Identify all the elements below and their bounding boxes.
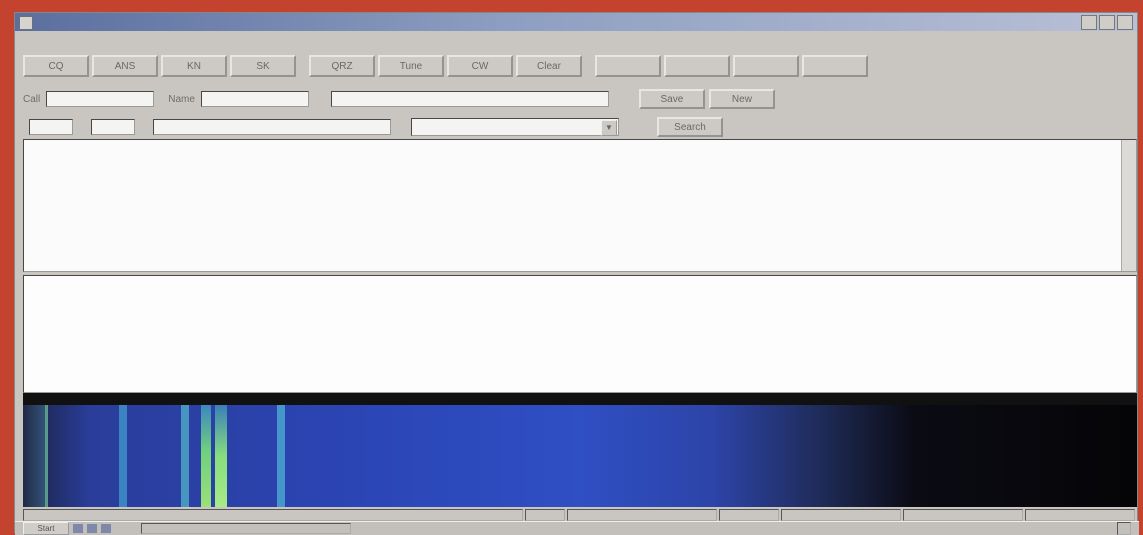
macro-button-10[interactable] (664, 55, 730, 77)
save-button[interactable]: Save (638, 89, 705, 109)
maximize-icon[interactable] (1099, 15, 1115, 30)
signal-trace (201, 405, 211, 507)
status-field (719, 509, 779, 521)
app-window: CQ ANS KN SK QRZ Tune CW Clear Call Name… (14, 12, 1139, 535)
new-button[interactable]: New (708, 89, 775, 109)
call-label: Call (23, 93, 41, 105)
call-field[interactable] (46, 91, 155, 107)
status-bar (23, 509, 1137, 521)
chevron-down-icon[interactable]: ▼ (601, 120, 617, 136)
sk-button[interactable]: SK (230, 55, 296, 77)
status-field (567, 509, 717, 521)
signal-trace (277, 405, 285, 507)
app-icon (19, 16, 33, 30)
status-field (903, 509, 1023, 521)
macro-toolbar: CQ ANS KN SK QRZ Tune CW Clear (23, 55, 1129, 77)
status-field (781, 509, 901, 521)
cw-button[interactable]: CW (447, 55, 513, 77)
waterfall-scale (23, 393, 1137, 405)
quicklaunch-icon[interactable] (73, 524, 83, 533)
ans-button[interactable]: ANS (92, 55, 158, 77)
mode-select[interactable]: ▼ (411, 118, 619, 136)
cq-button[interactable]: CQ (23, 55, 89, 77)
menu-bar (23, 33, 93, 49)
status-text (23, 509, 523, 521)
info-field[interactable] (330, 91, 609, 107)
window-controls (1081, 15, 1133, 30)
quicklaunch-icon[interactable] (101, 524, 111, 533)
qrz-button[interactable]: QRZ (309, 55, 375, 77)
receive-scrollbar[interactable] (1121, 140, 1136, 271)
start-button[interactable]: Start (23, 522, 69, 535)
clear-button[interactable]: Clear (516, 55, 582, 77)
note-field[interactable] (153, 119, 391, 135)
minimize-icon[interactable] (1081, 15, 1097, 30)
transmit-text-pane[interactable] (23, 275, 1137, 393)
taskbar-app-button[interactable] (141, 523, 351, 534)
signal-row: ▼ Search (23, 117, 1129, 137)
quicklaunch-icon[interactable] (87, 524, 97, 533)
status-field (1025, 509, 1135, 521)
rst-field[interactable] (29, 119, 73, 135)
signal-trace (215, 405, 227, 507)
waterfall-edge (23, 405, 45, 507)
macro-button-9[interactable] (595, 55, 661, 77)
name-field[interactable] (200, 91, 309, 107)
clock (1117, 522, 1131, 535)
title-bar[interactable] (15, 13, 1137, 31)
kn-button[interactable]: KN (161, 55, 227, 77)
name-label: Name (168, 93, 195, 105)
qso-row: Call Name Save New (23, 89, 1129, 109)
freq-field[interactable] (91, 119, 135, 135)
tune-button[interactable]: Tune (378, 55, 444, 77)
signal-trace (119, 405, 127, 507)
macro-button-12[interactable] (802, 55, 868, 77)
status-field (525, 509, 565, 521)
receive-text-pane[interactable] (23, 139, 1137, 272)
close-icon[interactable] (1117, 15, 1133, 30)
signal-trace (45, 405, 48, 507)
macro-button-11[interactable] (733, 55, 799, 77)
signal-trace (181, 405, 189, 507)
search-button[interactable]: Search (657, 117, 723, 137)
waterfall-display[interactable] (23, 405, 1137, 507)
